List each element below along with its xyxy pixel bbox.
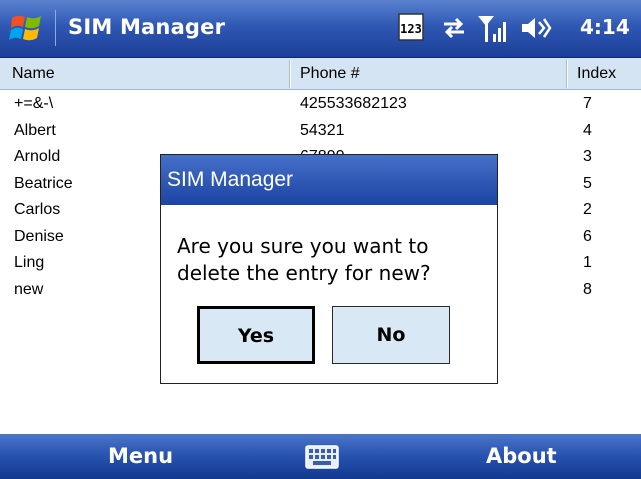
entry-name: Denise (14, 227, 64, 245)
dialog-title: SIM Manager (161, 155, 497, 205)
entry-index: 7 (583, 95, 592, 112)
entry-name: Arnold (14, 148, 61, 165)
column-name-header[interactable]: Name (4, 58, 286, 90)
column-index-header[interactable]: Index (569, 58, 641, 90)
entry-index: 6 (583, 227, 592, 245)
entry-index: 3 (583, 148, 592, 165)
entry-phone: 425533682123 (300, 95, 407, 112)
column-phone-header[interactable]: Phone # (292, 58, 562, 90)
entry-index: 1 (583, 254, 592, 271)
entry-name: Carlos (14, 201, 61, 218)
window-title: SIM Manager (68, 15, 226, 39)
svg-text:123: 123 (400, 22, 422, 36)
entry-index: 5 (583, 174, 592, 192)
entry-phone: 54321 (300, 121, 345, 139)
column-separator[interactable] (289, 60, 291, 88)
column-separator[interactable] (566, 60, 568, 88)
entry-index: 2 (583, 201, 592, 218)
input-123-icon[interactable]: 123 (398, 12, 424, 42)
yes-button[interactable]: Yes (197, 306, 315, 364)
title-separator (55, 10, 56, 46)
clock-time[interactable]: 4:14 (580, 15, 630, 39)
column-header: Name Phone # Index (0, 58, 641, 90)
menu-softkey[interactable]: Menu (108, 434, 173, 479)
dialog-message: Are you sure you want to delete the entr… (177, 234, 431, 285)
about-softkey[interactable]: About (486, 434, 557, 479)
entry-index: 8 (583, 280, 592, 298)
signal-strength-icon[interactable] (476, 12, 510, 44)
speaker-icon[interactable] (520, 14, 552, 42)
entry-name: Albert (14, 121, 56, 139)
title-bar: SIM Manager 123 4:14 (0, 0, 641, 58)
entry-name: Ling (14, 254, 45, 271)
softkey-bar: Menu About (0, 434, 641, 479)
sync-arrows-icon[interactable] (440, 16, 468, 40)
entry-index: 4 (583, 121, 592, 139)
keyboard-icon[interactable] (305, 445, 339, 469)
entry-name: Beatrice (14, 174, 73, 192)
entry-name: new (14, 280, 44, 298)
windows-start-icon[interactable] (8, 10, 48, 48)
list-item[interactable]: Albert 54321 4 (0, 119, 641, 146)
delete-confirm-dialog: SIM Manager Are you sure you want to del… (160, 154, 498, 384)
list-item[interactable]: +=&-\ 425533682123 7 (0, 92, 641, 119)
entry-name: +=&-\ (14, 95, 54, 112)
no-button[interactable]: No (332, 306, 450, 364)
